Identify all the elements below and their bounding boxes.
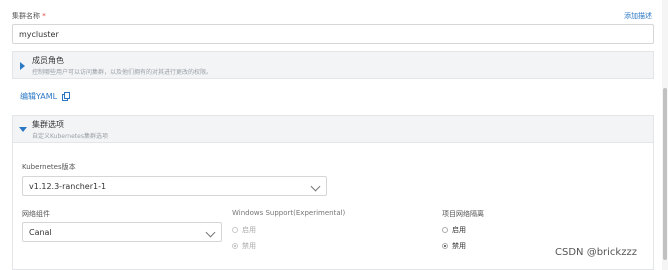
network-label: 网络组件 (22, 210, 50, 218)
cluster-name-label-text: 集群名称 (12, 12, 40, 20)
chevron-down-icon (205, 227, 216, 238)
k8s-version-select[interactable]: v1.12.3-rancher1-1 (22, 176, 327, 196)
required-mark: * (42, 12, 46, 20)
expand-triangle-icon (20, 62, 25, 70)
cluster-options-header[interactable]: 集群选项 自定义Kubernetes集群选项 (12, 115, 654, 143)
windows-enable-label: 启用 (242, 226, 256, 234)
network-select[interactable]: Canal (22, 222, 222, 242)
edit-yaml-label: 编辑YAML (20, 92, 58, 101)
windows-disable-radio[interactable] (232, 243, 238, 249)
isolation-enable-label: 启用 (452, 226, 466, 234)
scrollbar-thumb[interactable] (663, 88, 667, 260)
cluster-name-label: 集群名称 * (12, 11, 46, 21)
cluster-name-input[interactable]: mycluster (12, 24, 654, 44)
add-description-link[interactable]: 添加描述 (624, 11, 652, 21)
isolation-disable-label: 禁用 (452, 242, 466, 250)
isolation-disable-radio[interactable] (442, 243, 448, 249)
windows-disable-option[interactable]: 禁用 (232, 241, 256, 251)
k8s-version-label: Kubernetes版本 (22, 163, 76, 171)
windows-enable-radio[interactable] (232, 227, 238, 233)
k8s-version-value: v1.12.3-rancher1-1 (29, 181, 107, 191)
windows-enable-option[interactable]: 启用 (232, 225, 256, 235)
watermark: CSDN @brickzzz (555, 247, 637, 258)
edit-yaml-link[interactable]: 编辑YAML (20, 91, 71, 102)
isolation-enable-radio[interactable] (442, 227, 448, 233)
cluster-options-title: 集群选项 (32, 120, 64, 129)
collapse-triangle-icon (19, 127, 27, 132)
windows-disable-label: 禁用 (242, 242, 256, 250)
cluster-options-description: 自定义Kubernetes集群选项 (32, 133, 108, 140)
chevron-down-icon (310, 181, 321, 192)
member-roles-section[interactable]: 成员角色 控制哪些用户可以访问集群，以及他们拥有的对其进行更改的权限。 (12, 51, 654, 79)
member-roles-title: 成员角色 (32, 56, 64, 65)
project-isolation-label: 项目网络隔离 (442, 210, 484, 218)
windows-support-label: Windows Support(Experimental) (232, 209, 346, 217)
isolation-disable-option[interactable]: 禁用 (442, 241, 466, 251)
cluster-name-value: mycluster (19, 29, 59, 39)
network-value: Canal (29, 227, 52, 237)
copy-icon (62, 92, 71, 101)
member-roles-description: 控制哪些用户可以访问集群，以及他们拥有的对其进行更改的权限。 (32, 69, 213, 76)
isolation-enable-option[interactable]: 启用 (442, 225, 466, 235)
